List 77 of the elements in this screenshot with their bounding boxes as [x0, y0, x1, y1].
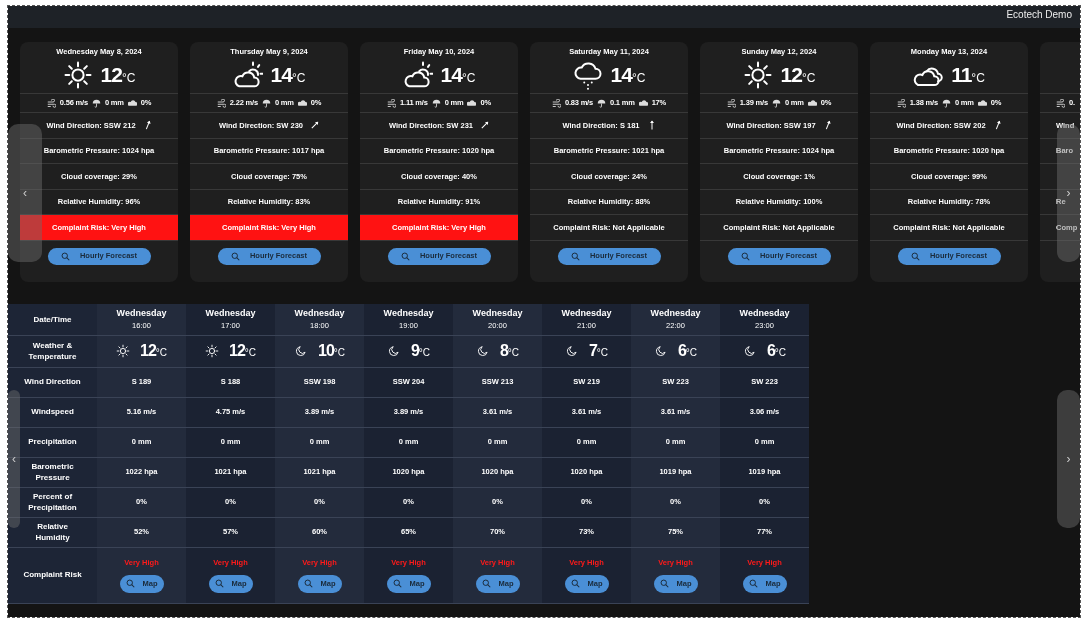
cloud-icon	[467, 98, 477, 108]
search-icon	[570, 251, 580, 261]
wind-icon	[46, 98, 56, 108]
temperature-text: 12°C	[229, 341, 256, 361]
row-header: Complaint Risk	[8, 547, 97, 603]
temperature-text: 12°C	[140, 341, 167, 361]
arrow-icon	[311, 120, 320, 131]
wind-icon	[1056, 98, 1065, 108]
sun-icon	[742, 59, 773, 90]
arrow-icon	[993, 120, 1002, 131]
search-icon	[400, 251, 410, 261]
moon-icon	[653, 344, 668, 358]
wind-icon	[387, 98, 397, 108]
temperature-text: 12°C	[780, 61, 816, 88]
umbrella-icon	[91, 98, 101, 108]
cloud-icon	[297, 98, 307, 108]
row-header: Date/Time	[8, 304, 97, 335]
wind-icon	[216, 98, 226, 108]
search-icon	[125, 579, 135, 589]
next-button[interactable]: ›	[1057, 390, 1080, 528]
sun-cloud-icon	[402, 59, 433, 90]
temperature-text: 11°C	[951, 61, 985, 88]
search-icon	[60, 251, 70, 261]
wind-icon	[726, 98, 736, 108]
row-header: Relative Humidity	[8, 517, 97, 547]
arrow-icon	[481, 120, 490, 131]
search-icon	[659, 579, 669, 589]
sun-icon	[62, 59, 93, 90]
temperature-text: 14°C	[270, 61, 306, 88]
wind-icon	[896, 98, 906, 108]
search-icon	[740, 251, 750, 261]
app-title: Ecotech Demo	[1006, 8, 1072, 22]
cloud-icon	[127, 98, 137, 108]
umbrella-icon	[941, 98, 951, 108]
temperature-text: 7°C	[588, 341, 609, 361]
temperature-text: 8°C	[499, 341, 520, 361]
temperature-text: 14°C	[610, 61, 646, 88]
sun-cloud-icon	[232, 59, 263, 90]
search-icon	[748, 579, 758, 589]
temperature-text: 14°C	[440, 61, 476, 88]
row-header: Percent of Precipitation	[8, 487, 97, 517]
search-icon	[481, 579, 491, 589]
search-icon	[392, 579, 402, 589]
moon-icon	[742, 344, 757, 358]
temperature-text: 12°C	[100, 61, 136, 88]
row-header: Weather & Temperature	[8, 335, 97, 367]
cloud-icon	[977, 98, 987, 108]
search-icon	[570, 579, 580, 589]
moon-icon	[475, 344, 490, 358]
wind-icon	[551, 98, 561, 108]
cloud-icon	[638, 98, 648, 108]
umbrella-icon	[431, 98, 441, 108]
search-icon	[303, 579, 313, 589]
moon-icon	[386, 344, 401, 358]
row-header: Windspeed	[8, 397, 97, 427]
moon-icon	[294, 344, 308, 358]
search-icon	[230, 251, 240, 261]
umbrella-icon	[261, 98, 271, 108]
arrow-icon	[647, 120, 656, 131]
umbrella-icon	[596, 98, 606, 108]
sun-icon	[116, 344, 130, 358]
cloud-icon	[807, 98, 817, 108]
temperature-text: 6°C	[766, 341, 787, 361]
row-header: Precipitation	[8, 427, 97, 457]
moon-icon	[564, 344, 579, 358]
arrow-icon	[143, 120, 152, 131]
temperature-text: 9°C	[410, 341, 431, 361]
search-icon	[214, 579, 224, 589]
row-header: Wind Direction	[8, 367, 97, 397]
temperature-text: 6°C	[677, 341, 698, 361]
sun-icon	[205, 344, 219, 358]
umbrella-icon	[771, 98, 781, 108]
previous-button[interactable]: ‹	[8, 390, 20, 528]
temperature-text: 10°C	[318, 341, 345, 361]
previous-button[interactable]: ‹	[8, 124, 42, 262]
arrow-icon	[823, 120, 832, 131]
search-icon	[910, 251, 920, 261]
